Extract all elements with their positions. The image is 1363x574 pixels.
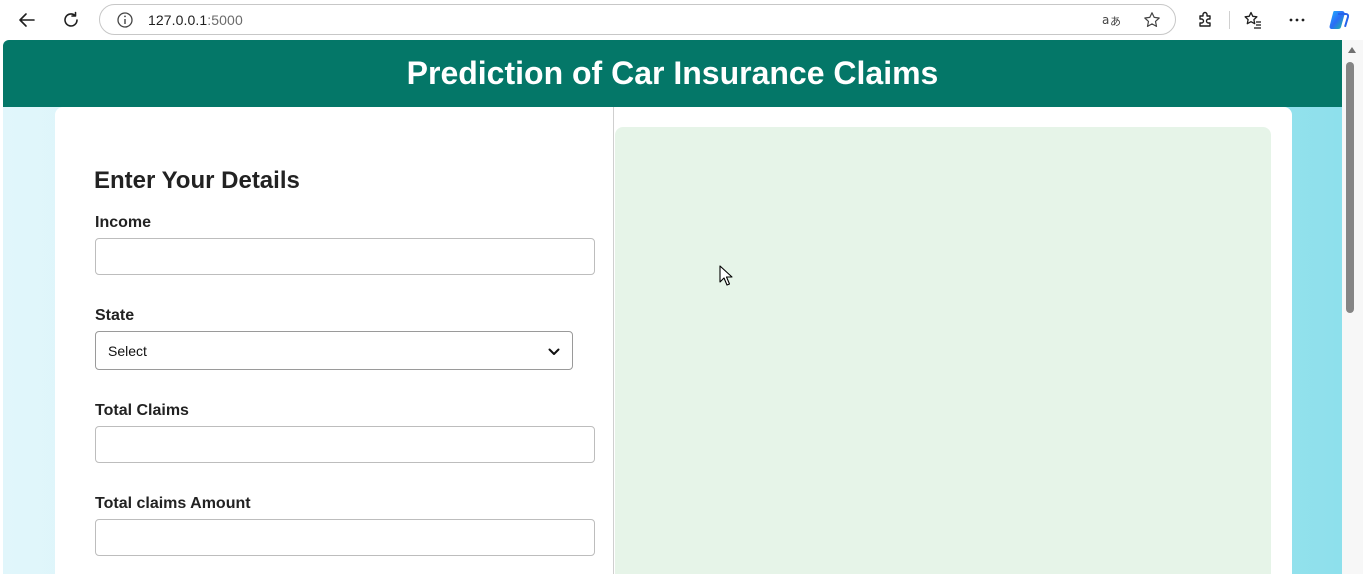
url-host: 127.0.0.1 xyxy=(148,12,208,28)
page-scrollbar[interactable] xyxy=(1342,40,1363,574)
translate-icon[interactable]: aあ xyxy=(1102,11,1122,34)
result-panel xyxy=(615,127,1271,574)
details-form: Enter Your Details Income State Select T… xyxy=(55,107,614,574)
scroll-up-arrow-icon[interactable] xyxy=(1348,47,1356,53)
back-arrow-icon[interactable] xyxy=(12,5,42,35)
chevron-down-icon xyxy=(548,343,560,359)
toolbar-divider xyxy=(1229,11,1230,29)
income-label: Income xyxy=(95,214,152,231)
extensions-icon[interactable] xyxy=(1190,5,1220,35)
url-port: :5000 xyxy=(207,12,243,28)
info-icon[interactable] xyxy=(116,11,134,34)
copilot-icon[interactable] xyxy=(1324,5,1354,35)
address-bar[interactable]: 127.0.0.1:5000 aあ xyxy=(99,4,1176,35)
total-claims-amount-input[interactable] xyxy=(95,519,595,556)
page-header: Prediction of Car Insurance Claims xyxy=(3,40,1342,107)
scroll-thumb[interactable] xyxy=(1346,62,1354,313)
browser-toolbar: 127.0.0.1:5000 aあ xyxy=(0,0,1363,40)
url-text[interactable]: 127.0.0.1:5000 xyxy=(148,12,243,28)
income-input[interactable] xyxy=(95,238,595,275)
total-claims-input[interactable] xyxy=(95,426,595,463)
total-claims-label: Total Claims xyxy=(95,402,189,419)
page-title: Prediction of Car Insurance Claims xyxy=(406,55,939,91)
refresh-icon[interactable] xyxy=(56,5,86,35)
form-heading: Enter Your Details xyxy=(94,167,300,194)
svg-text:a: a xyxy=(1102,13,1109,27)
page-viewport: Prediction of Car Insurance Claims Enter… xyxy=(3,40,1342,574)
favorites-icon[interactable] xyxy=(1238,5,1268,35)
state-select[interactable]: Select xyxy=(95,331,573,370)
total-claims-amount-label: Total claims Amount xyxy=(95,495,251,512)
more-icon[interactable] xyxy=(1282,5,1312,35)
state-selected-value: Select xyxy=(108,342,147,359)
star-icon[interactable] xyxy=(1143,11,1161,34)
state-label: State xyxy=(95,307,135,324)
svg-text:あ: あ xyxy=(1110,15,1121,28)
main-card: Enter Your Details Income State Select T… xyxy=(55,107,1292,574)
mouse-cursor-icon xyxy=(719,265,733,292)
